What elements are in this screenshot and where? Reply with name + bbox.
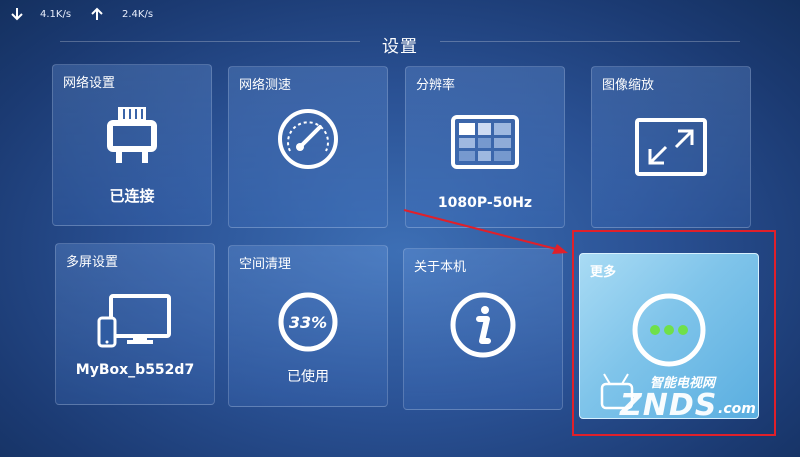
multiscreen-icon: [97, 294, 171, 348]
tile-network-speedtest[interactable]: 网络测速: [228, 66, 388, 228]
tile-about-device[interactable]: 关于本机: [403, 248, 563, 410]
watermark-domain: .com: [718, 401, 756, 417]
tile-label: 多屏设置: [66, 255, 119, 270]
download-speed: 4.1K/s: [40, 9, 72, 20]
tile-label: 图像缩放: [602, 78, 655, 93]
speedometer-icon: [278, 109, 338, 169]
tile-label: 网络测速: [239, 78, 292, 93]
watermark-logo: 智能电视网 ZNDS .com: [600, 370, 770, 428]
upload-arrow-icon: [91, 7, 103, 20]
storage-percent: 33%: [289, 313, 327, 332]
info-icon: [450, 292, 516, 358]
tile-resolution[interactable]: 分辨率 1080P-50Hz: [405, 66, 565, 228]
ethernet-icon: [107, 107, 157, 163]
status-bar: 4.1K/s 2.4K/s: [0, 0, 200, 28]
storage-ring-icon: 33%: [278, 292, 338, 352]
tile-network-settings[interactable]: 网络设置 已连接: [52, 64, 212, 226]
expand-icon: [635, 118, 707, 176]
tile-multiscreen[interactable]: 多屏设置 MyBox_b552d7: [55, 243, 215, 405]
page-title: 设置: [382, 37, 418, 57]
tile-storage-cleanup[interactable]: 空间清理 33% 已使用: [228, 245, 388, 407]
upload-speed: 2.4K/s: [122, 9, 154, 20]
tile-label: 关于本机: [414, 260, 467, 275]
storage-used-value: 已使用: [287, 369, 329, 385]
tile-image-zoom[interactable]: 图像缩放: [591, 66, 751, 228]
resolution-grid-icon: [451, 115, 519, 169]
resolution-value: 1080P-50Hz: [437, 195, 533, 211]
watermark-brand: ZNDS: [620, 388, 718, 423]
tile-label: 分辨率: [416, 78, 456, 93]
network-status-value: 已连接: [109, 187, 155, 205]
tile-label: 空间清理: [239, 257, 292, 272]
multiscreen-device-value: MyBox_b552d7: [75, 362, 195, 378]
tile-label: 网络设置: [63, 76, 116, 91]
download-arrow-icon: [11, 8, 23, 21]
